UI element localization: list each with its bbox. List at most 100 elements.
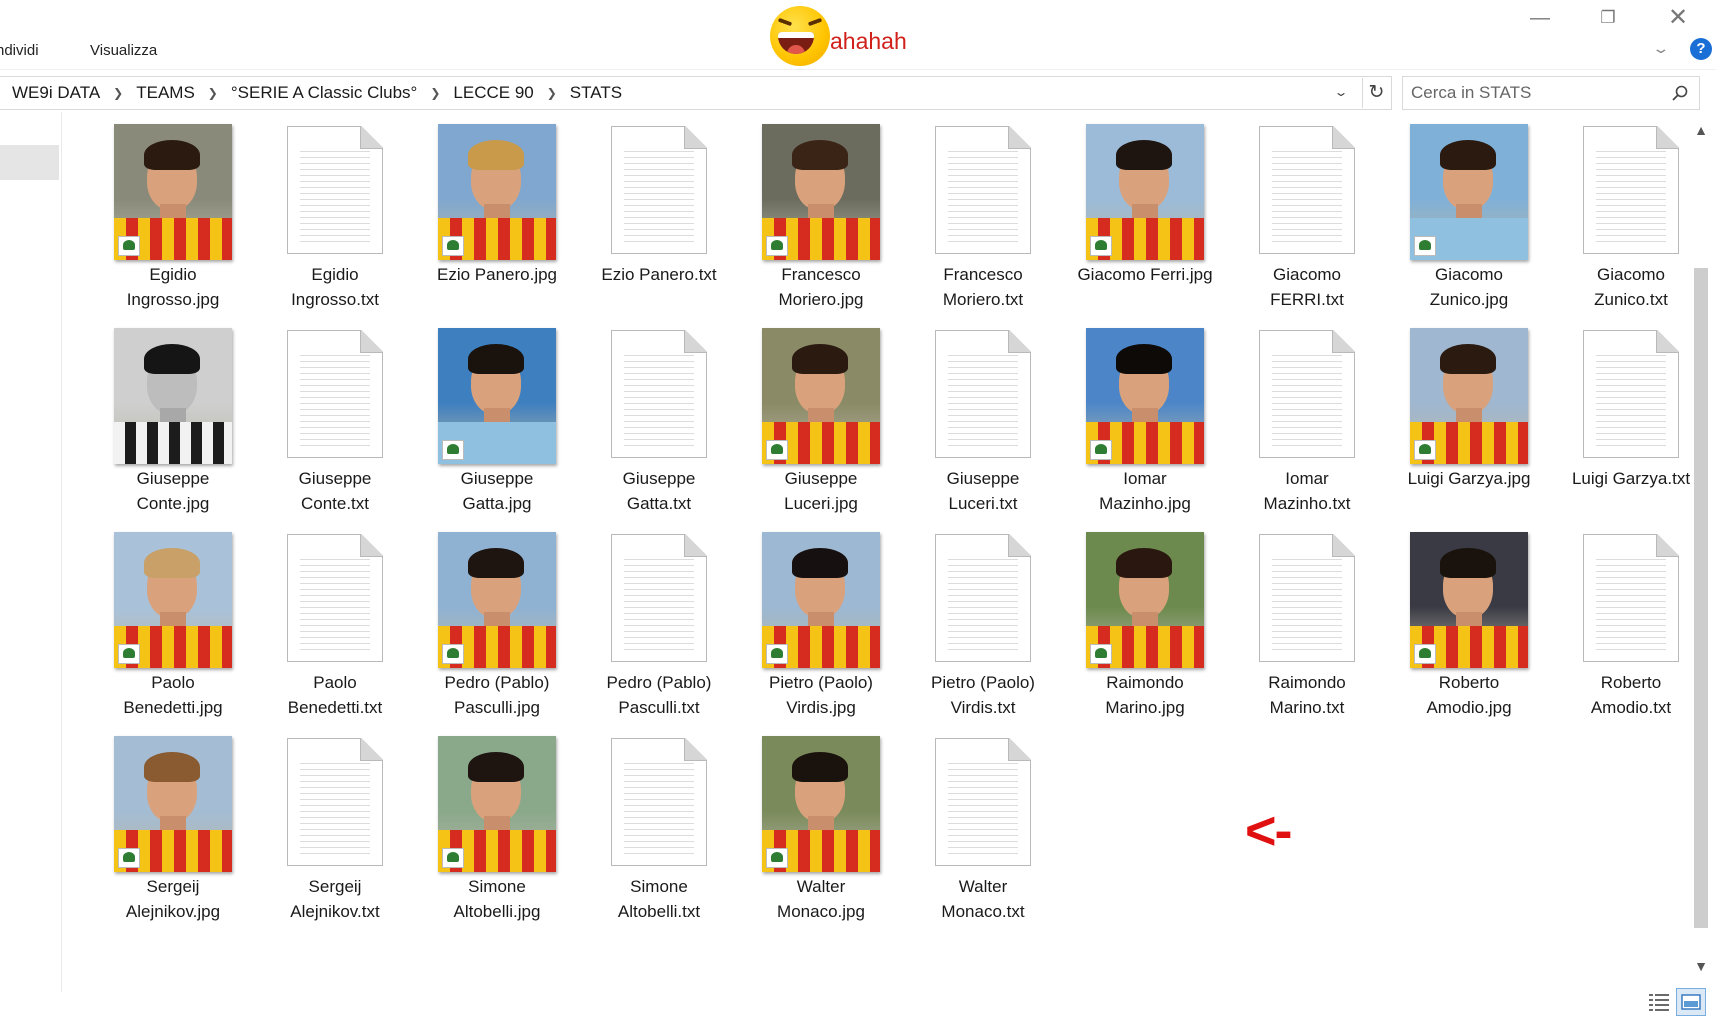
maximize-button[interactable]: ❐ bbox=[1588, 4, 1628, 32]
team-badge-icon bbox=[442, 236, 464, 256]
image-file-item[interactable]: Giacomo Zunico.jpg bbox=[1388, 120, 1550, 324]
image-file-item[interactable]: Ezio Panero.jpg bbox=[416, 120, 578, 324]
photo-thumbnail[interactable] bbox=[438, 736, 556, 872]
team-badge-icon bbox=[766, 440, 788, 460]
breadcrumb-we9i-data[interactable]: WE9i DATA bbox=[0, 83, 104, 103]
image-file-item[interactable]: Sergeij Alejnikov.jpg bbox=[92, 732, 254, 936]
text-file-item[interactable]: Giuseppe Conte.txt bbox=[254, 324, 416, 528]
breadcrumb-separator-icon[interactable]: ❯ bbox=[199, 86, 227, 100]
text-file-item[interactable]: Raimondo Marino.txt bbox=[1226, 528, 1388, 732]
close-button[interactable]: ✕ bbox=[1658, 4, 1698, 32]
scroll-up-arrow-icon[interactable]: ▲ bbox=[1690, 118, 1712, 142]
text-file-item[interactable]: Sergeij Alejnikov.txt bbox=[254, 732, 416, 936]
photo-thumbnail[interactable] bbox=[438, 328, 556, 464]
photo-thumbnail[interactable] bbox=[114, 736, 232, 872]
photo-thumbnail[interactable] bbox=[762, 532, 880, 668]
photo-thumbnail[interactable] bbox=[1410, 328, 1528, 464]
page-fold-icon bbox=[684, 534, 707, 557]
image-file-item[interactable]: Pietro (Paolo) Virdis.jpg bbox=[740, 528, 902, 732]
image-file-item[interactable]: Giuseppe Luceri.jpg bbox=[740, 324, 902, 528]
breadcrumb-separator-icon[interactable]: ❯ bbox=[104, 86, 132, 100]
text-file-item[interactable]: Egidio Ingrosso.txt bbox=[254, 120, 416, 324]
image-file-item[interactable]: Walter Monaco.jpg bbox=[740, 732, 902, 936]
photo-thumbnail[interactable] bbox=[762, 124, 880, 260]
minimize-button[interactable]: — bbox=[1520, 4, 1560, 32]
file-name-label: Simone Altobelli.txt bbox=[617, 877, 701, 921]
photo-thumbnail[interactable] bbox=[1086, 124, 1204, 260]
text-file-item[interactable]: Giacomo FERRI.txt bbox=[1226, 120, 1388, 324]
address-history-dropdown-icon[interactable]: ⌄ bbox=[1333, 85, 1348, 99]
image-file-item[interactable]: Luigi Garzya.jpg bbox=[1388, 324, 1550, 528]
image-file-item[interactable]: Giacomo Ferri.jpg bbox=[1064, 120, 1226, 324]
photo-thumbnail[interactable] bbox=[438, 532, 556, 668]
page-fold-icon bbox=[1008, 330, 1031, 353]
tab-condividi[interactable]: ndividi bbox=[0, 42, 39, 59]
page-fold-icon bbox=[684, 126, 707, 149]
photo-thumbnail[interactable] bbox=[1086, 328, 1204, 464]
breadcrumb-teams[interactable]: TEAMS bbox=[132, 83, 199, 103]
text-file-item[interactable]: Roberto Amodio.txt bbox=[1550, 528, 1712, 732]
page-fold-icon bbox=[1008, 126, 1031, 149]
text-file-item[interactable]: Giuseppe Luceri.txt bbox=[902, 324, 1064, 528]
text-file-item[interactable]: Francesco Moriero.txt bbox=[902, 120, 1064, 324]
breadcrumb-stats[interactable]: STATS bbox=[566, 83, 626, 103]
breadcrumb-separator-icon[interactable]: ❯ bbox=[421, 86, 449, 100]
image-file-item[interactable]: Giuseppe Gatta.jpg bbox=[416, 324, 578, 528]
image-file-item[interactable]: Francesco Moriero.jpg bbox=[740, 120, 902, 324]
text-file-item[interactable]: Giacomo Zunico.txt bbox=[1550, 120, 1712, 324]
breadcrumb-serie-a[interactable]: °SERIE A Classic Clubs° bbox=[227, 83, 422, 103]
text-file-item[interactable]: Paolo Benedetti.txt bbox=[254, 528, 416, 732]
image-file-item[interactable]: Raimondo Marino.jpg bbox=[1064, 528, 1226, 732]
page-fold-icon bbox=[1008, 738, 1031, 761]
text-file-item[interactable]: Simone Altobelli.txt bbox=[578, 732, 740, 936]
breadcrumb-separator-icon[interactable]: ❯ bbox=[538, 86, 566, 100]
text-file-item[interactable]: Giuseppe Gatta.txt bbox=[578, 324, 740, 528]
file-name-label: Egidio Ingrosso.jpg bbox=[126, 265, 220, 309]
photo-thumbnail[interactable] bbox=[762, 736, 880, 872]
nav-selected-item[interactable] bbox=[0, 145, 59, 180]
image-file-item[interactable]: Iomar Mazinho.jpg bbox=[1064, 324, 1226, 528]
image-file-item[interactable]: Roberto Amodio.jpg bbox=[1388, 528, 1550, 732]
photo-thumbnail[interactable] bbox=[114, 124, 232, 260]
ribbon-expand-chevron-icon[interactable]: ⌄ bbox=[1651, 40, 1670, 57]
image-file-item[interactable]: Simone Altobelli.jpg bbox=[416, 732, 578, 936]
photo-thumbnail[interactable] bbox=[1086, 532, 1204, 668]
text-file-item[interactable]: Iomar Mazinho.txt bbox=[1226, 324, 1388, 528]
file-name-label: Francesco Moriero.jpg bbox=[778, 265, 864, 309]
file-name-label: Raimondo Marino.txt bbox=[1268, 673, 1346, 717]
navigation-pane bbox=[0, 112, 62, 992]
file-view: Egidio Ingrosso.jpg Egidio Ingrosso.txt Ez… bbox=[92, 120, 1690, 950]
file-name-label: Sergeij Alejnikov.jpg bbox=[125, 877, 221, 921]
image-file-item[interactable]: Egidio Ingrosso.jpg bbox=[92, 120, 254, 324]
search-input[interactable] bbox=[1411, 82, 1651, 104]
large-icons-view-icon[interactable] bbox=[1676, 988, 1706, 1016]
image-file-item[interactable]: Paolo Benedetti.jpg bbox=[92, 528, 254, 732]
search-box[interactable] bbox=[1402, 76, 1700, 110]
photo-thumbnail[interactable] bbox=[1410, 124, 1528, 260]
text-file-item[interactable]: Ezio Panero.txt bbox=[578, 120, 740, 324]
breadcrumb-lecce-90[interactable]: LECCE 90 bbox=[449, 83, 537, 103]
text-file-item[interactable]: Luigi Garzya.txt bbox=[1550, 324, 1712, 528]
search-icon[interactable] bbox=[1671, 84, 1689, 102]
refresh-icon[interactable]: ↻ bbox=[1362, 78, 1390, 108]
details-view-icon[interactable] bbox=[1646, 990, 1672, 1014]
image-file-item[interactable]: Giuseppe Conte.jpg bbox=[92, 324, 254, 528]
scroll-down-arrow-icon[interactable]: ▼ bbox=[1690, 954, 1712, 978]
photo-thumbnail[interactable] bbox=[1410, 532, 1528, 668]
photo-thumbnail[interactable] bbox=[114, 328, 232, 464]
photo-thumbnail[interactable] bbox=[438, 124, 556, 260]
text-file-item[interactable]: Pietro (Paolo) Virdis.txt bbox=[902, 528, 1064, 732]
image-file-item[interactable]: Pedro (Pablo) Pasculli.jpg bbox=[416, 528, 578, 732]
photo-thumbnail[interactable] bbox=[114, 532, 232, 668]
scroll-thumb[interactable] bbox=[1694, 268, 1708, 928]
file-name-label: Paolo Benedetti.txt bbox=[287, 673, 383, 717]
help-button[interactable]: ? bbox=[1690, 38, 1712, 60]
address-bar[interactable]: WE9i DATA ❯ TEAMS ❯ °SERIE A Classic Clu… bbox=[0, 76, 1392, 110]
tab-visualizza[interactable]: Visualizza bbox=[90, 42, 157, 59]
text-file-item[interactable]: Pedro (Pablo) Pasculli.txt bbox=[578, 528, 740, 732]
file-name-label: Giuseppe Luceri.jpg bbox=[784, 469, 858, 513]
page-fold-icon bbox=[1332, 330, 1355, 353]
text-file-item[interactable]: Walter Monaco.txt bbox=[902, 732, 1064, 936]
vertical-scrollbar[interactable]: ▲ ▼ bbox=[1690, 118, 1712, 980]
photo-thumbnail[interactable] bbox=[762, 328, 880, 464]
